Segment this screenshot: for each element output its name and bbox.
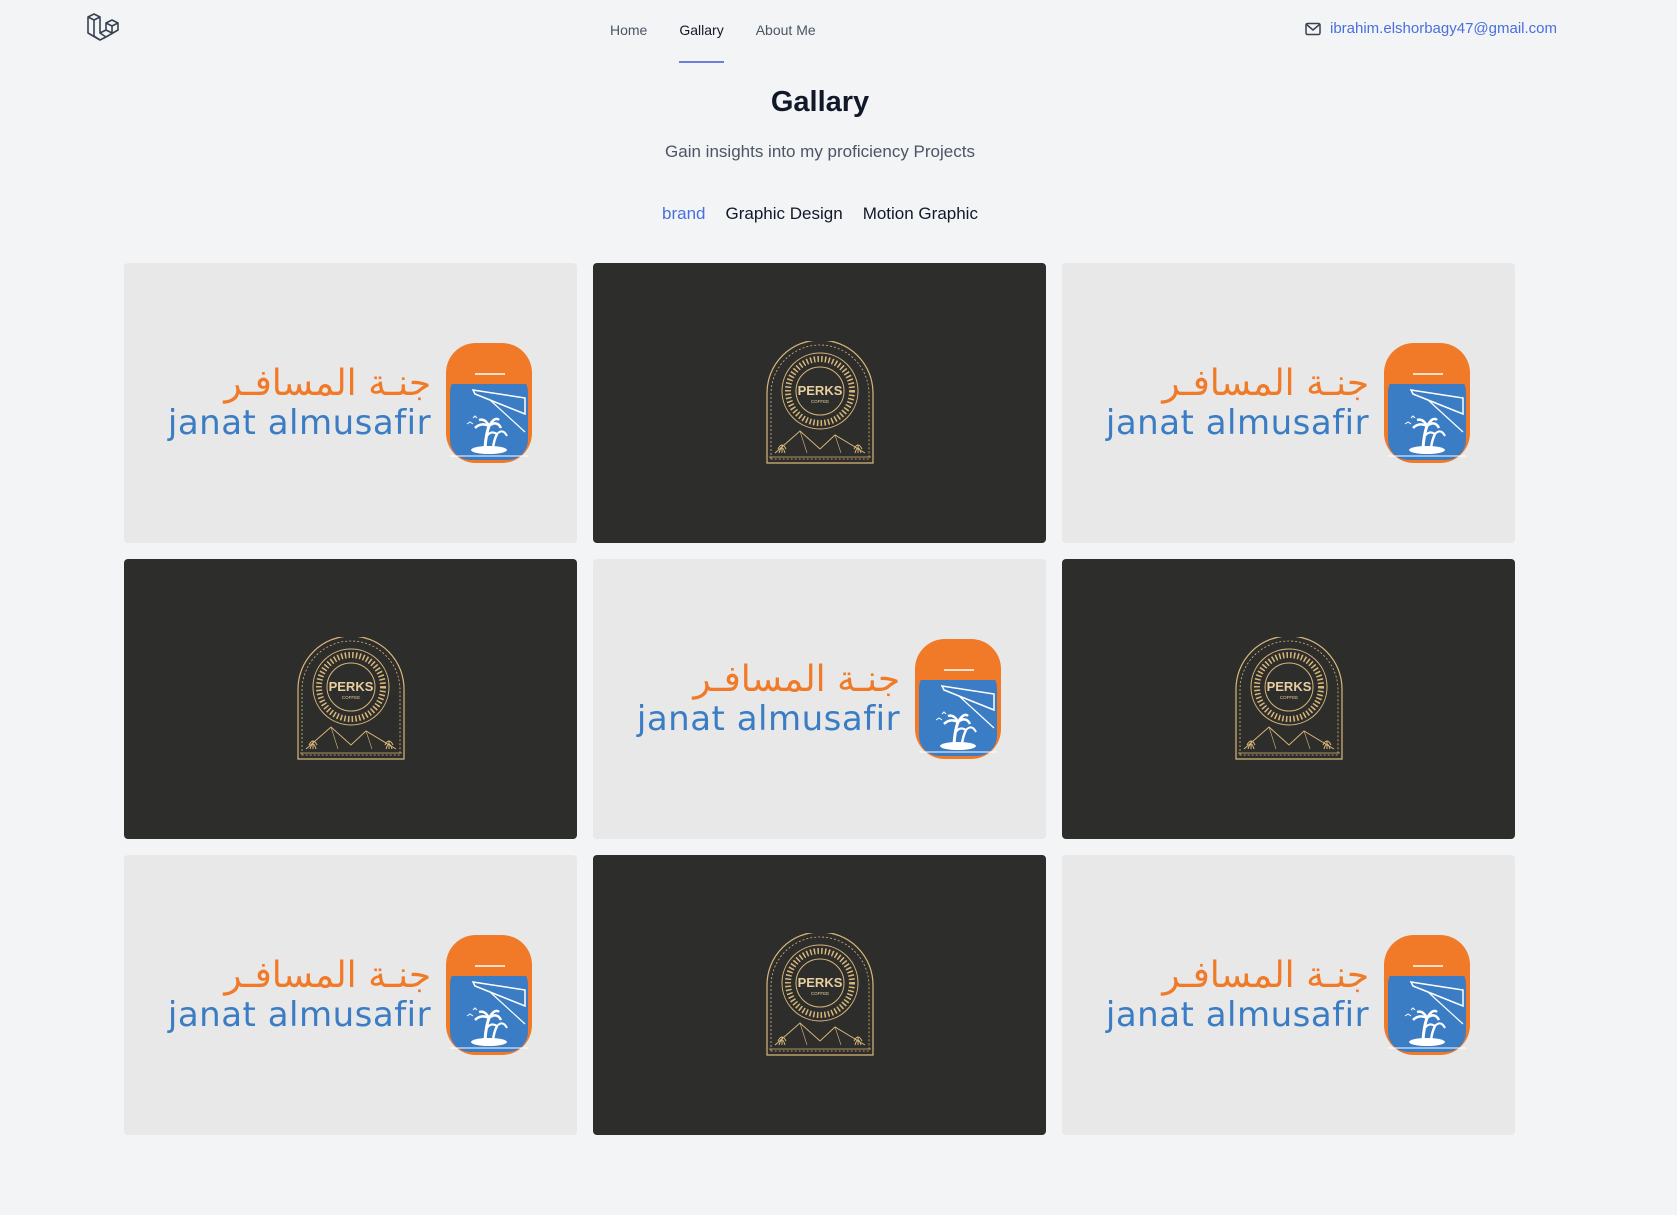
- gallery-card-janat[interactable]: جنـة المسافـر janat almusafir: [124, 263, 577, 543]
- janat-latin-text: janat almusafir: [1105, 995, 1370, 1035]
- perks-coffee-logo: PERKS COFFEE: [1234, 637, 1343, 760]
- perks-tagline-text: COFFEE: [341, 695, 359, 700]
- janat-almusafir-logo: جنـة المسافـر janat almusafir: [637, 638, 1002, 760]
- mail-icon: [1305, 22, 1321, 35]
- page-subtitle: Gain insights into my proficiency Projec…: [665, 142, 975, 161]
- gallery-card-perks[interactable]: PERKS COFFEE: [124, 559, 577, 839]
- gallery-card-janat[interactable]: جنـة المسافـر janat almusafir: [1062, 263, 1515, 543]
- janat-latin-text: janat almusafir: [1105, 403, 1370, 443]
- perks-name-text: PERKS: [328, 679, 373, 694]
- janat-almusafir-logo: جنـة المسافـر janat almusafir: [168, 934, 533, 1056]
- janat-latin-text: janat almusafir: [167, 995, 432, 1035]
- airplane-window-icon: [446, 343, 533, 463]
- perks-tagline-text: COFFEE: [810, 991, 828, 996]
- janat-arabic-text: جنـة المسافـر: [1162, 363, 1370, 404]
- gallery-card-perks[interactable]: PERKS COFFEE: [1062, 559, 1515, 839]
- gallery-card-perks[interactable]: PERKS COFFEE: [593, 263, 1046, 543]
- perks-coffee-logo: PERKS COFFEE: [765, 341, 874, 464]
- perks-tagline-text: COFFEE: [1279, 695, 1297, 700]
- laravel-logo-icon[interactable]: [86, 13, 120, 47]
- gallery-card-perks[interactable]: PERKS COFFEE: [593, 855, 1046, 1135]
- janat-arabic-text: جنـة المسافـر: [224, 363, 432, 404]
- filter-graphic-design[interactable]: Graphic Design: [726, 204, 843, 224]
- filter-motion-graphic[interactable]: Motion Graphic: [863, 204, 978, 224]
- nav-home[interactable]: Home: [594, 0, 663, 64]
- airplane-window-icon: [1384, 935, 1471, 1055]
- janat-arabic-text: جنـة المسافـر: [224, 955, 432, 996]
- nav-about-me[interactable]: About Me: [740, 0, 832, 64]
- gallery-card-janat[interactable]: جنـة المسافـر janat almusafir: [1062, 855, 1515, 1135]
- nav-gallary[interactable]: Gallary: [663, 0, 739, 64]
- janat-almusafir-logo: جنـة المسافـر janat almusafir: [1106, 342, 1471, 464]
- perks-coffee-logo: PERKS COFFEE: [765, 933, 874, 1056]
- perks-name-text: PERKS: [797, 975, 842, 990]
- airplane-window-icon: [446, 935, 533, 1055]
- janat-almusafir-logo: جنـة المسافـر janat almusafir: [1106, 934, 1471, 1056]
- janat-almusafir-logo: جنـة المسافـر janat almusafir: [168, 342, 533, 464]
- janat-latin-text: janat almusafir: [167, 403, 432, 443]
- gallery-card-janat[interactable]: جنـة المسافـر janat almusafir: [124, 855, 577, 1135]
- contact-email-link[interactable]: ibrahim.elshorbagy47@gmail.com: [1305, 20, 1557, 37]
- filter-brand[interactable]: brand: [662, 204, 705, 224]
- perks-name-text: PERKS: [797, 383, 842, 398]
- janat-latin-text: janat almusafir: [636, 699, 901, 739]
- category-filters: brand Graphic Design Motion Graphic: [0, 204, 1640, 224]
- perks-coffee-logo: PERKS COFFEE: [296, 637, 405, 760]
- main-nav: Home Gallary About Me: [594, 0, 832, 64]
- gallery-grid: جنـة المسافـر janat almusafir PERKS COFF…: [124, 263, 1516, 1135]
- top-navigation-bar: Home Gallary About Me ibrahim.elshorbagy…: [0, 0, 1677, 64]
- janat-arabic-text: جنـة المسافـر: [1162, 955, 1370, 996]
- page-title: Gallary: [770, 86, 870, 118]
- airplane-window-icon: [1384, 343, 1471, 463]
- contact-email-text: ibrahim.elshorbagy47@gmail.com: [1330, 20, 1557, 37]
- janat-arabic-text: جنـة المسافـر: [693, 659, 901, 700]
- perks-name-text: PERKS: [1266, 679, 1311, 694]
- gallery-card-janat[interactable]: جنـة المسافـر janat almusafir: [593, 559, 1046, 839]
- airplane-window-icon: [915, 639, 1002, 759]
- perks-tagline-text: COFFEE: [810, 399, 828, 404]
